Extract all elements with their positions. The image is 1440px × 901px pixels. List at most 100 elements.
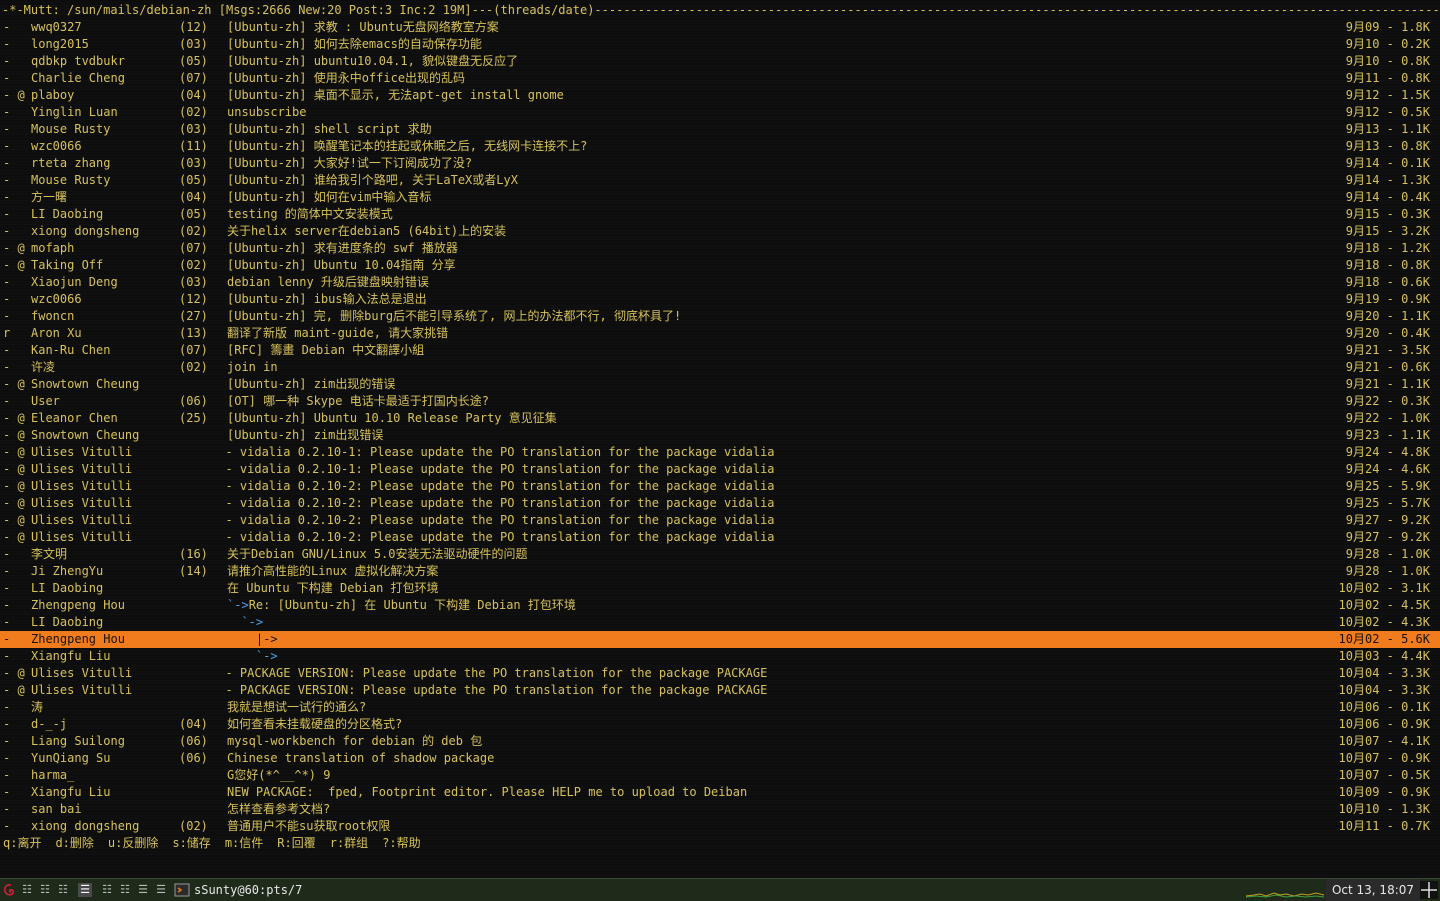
message-sender: 方一曙 xyxy=(31,190,68,204)
message-row[interactable]: - LI Daobing (05) testing 的简体中文安装模式 9月15 - 0… xyxy=(0,206,1440,223)
message-date-size: 9月20 - 0.4K xyxy=(1345,326,1430,340)
message-row[interactable]: - Xiaojun Deng (03) debian lenny 升级后键盘映射错误 9… xyxy=(0,274,1440,291)
message-flags: - xyxy=(3,734,11,748)
message-date-size: 9月23 - 1.1K xyxy=(1345,428,1430,442)
message-row[interactable]: - 方一曙 (04) [Ubuntu-zh] 如何在vim中输入音标 9月14 - 0.… xyxy=(0,189,1440,206)
workspace-3[interactable]: ☷ xyxy=(56,883,70,897)
message-row[interactable]: - @ Ulises Vitulli - vidalia 0.2.10-1: Pl… xyxy=(0,444,1440,461)
message-row[interactable]: - @ Taking Off (02) [Ubuntu-zh] Ubuntu 10.0… xyxy=(0,257,1440,274)
message-row[interactable]: - @ Ulises Vitulli - vidalia 0.2.10-2: Pl… xyxy=(0,512,1440,529)
message-subject: [Ubuntu-zh] 谁给我引个路吧, 关于LaTeX或者LyX xyxy=(227,173,518,187)
message-row[interactable]: - Mouse Rusty (03) [Ubuntu-zh] shell script… xyxy=(0,121,1440,138)
message-row[interactable]: - xiong dongsheng (02) 关于helix server在debia… xyxy=(0,223,1440,240)
message-subject: - vidalia 0.2.10-1: Please update the PO… xyxy=(211,462,775,476)
message-row[interactable]: - d-_-j (04) 如何查看未挂载硬盘的分区格式? 10月06 - 0.9K xyxy=(0,716,1440,733)
message-row[interactable]: - Xiangfu Liu NEW PACKAGE: fped, Footprint… xyxy=(0,784,1440,801)
message-row[interactable]: - qdbkp tvdbukr (05) [Ubuntu-zh] ubuntu10.0… xyxy=(0,53,1440,70)
message-subject-cell: [OT] 哪一种 Skype 电话卡最适于打国内长途? xyxy=(227,393,489,410)
message-row[interactable]: - wwq0327 (12) [Ubuntu-zh] 求教 : Ubuntu无盘网络教… xyxy=(0,19,1440,36)
message-subject: 我就是想试一试行的通么? xyxy=(227,700,367,714)
message-date-size: 9月27 - 9.2K xyxy=(1345,513,1430,527)
message-subject: [Ubuntu-zh] 桌面不显示, 无法apt-get install gno… xyxy=(227,88,564,102)
message-row[interactable]: - @ plaboy (04) [Ubuntu-zh] 桌面不显示, 无法apt-ge… xyxy=(0,87,1440,104)
message-row[interactable]: - Kan-Ru Chen (07) [RFC] 籌畫 Debian 中文翻譯小組 9月… xyxy=(0,342,1440,359)
message-row[interactable]: - rteta zhang (03) [Ubuntu-zh] 大家好!试一下订阅成功了… xyxy=(0,155,1440,172)
message-flags: - @ xyxy=(3,513,25,527)
help-key-hint: u:反删除 xyxy=(107,836,159,850)
workspace-1[interactable]: ☷ xyxy=(20,883,34,897)
terminal-icon[interactable] xyxy=(174,882,190,898)
message-row[interactable]: - 涛 我就是想试一试行的通么? 10月06 - 0.1K xyxy=(0,699,1440,716)
message-row[interactable]: - 许凌 (02) join in 9月21 - 0.6K xyxy=(0,359,1440,376)
workspace-6[interactable]: ☷ xyxy=(118,883,132,897)
message-flags: - xyxy=(3,717,11,731)
message-row[interactable]: - LI Daobing 在 Ubuntu 下构建 Debian 打包环境 10月02… xyxy=(0,580,1440,597)
message-row[interactable]: - @ Ulises Vitulli - vidalia 0.2.10-2: Pl… xyxy=(0,529,1440,546)
message-row[interactable]: - @ Ulises Vitulli - PACKAGE VERSION: Ple… xyxy=(0,682,1440,699)
message-row[interactable]: - @ Eleanor Chen (25) [Ubuntu-zh] Ubuntu 10… xyxy=(0,410,1440,427)
workspace-8[interactable]: ☰ xyxy=(154,883,168,897)
message-sender: d-_-j xyxy=(31,717,68,731)
message-row[interactable]: - @ Ulises Vitulli - vidalia 0.2.10-2: Pl… xyxy=(0,478,1440,495)
message-row[interactable]: - User (06) [OT] 哪一种 Skype 电话卡最适于打国内长途? 9月22… xyxy=(0,393,1440,410)
message-date-size: 10月06 - 0.1K xyxy=(1338,700,1430,714)
message-row[interactable]: - LI Daobing `-> 10月02 - 4.3K xyxy=(0,614,1440,631)
message-flags: - @ xyxy=(3,530,25,544)
message-flags: - xyxy=(3,751,11,765)
message-subject: [Ubuntu-zh] 求有进度条的 swf 播放器 xyxy=(227,241,458,255)
message-row[interactable]: - Zhengpeng Hou `->Re: [Ubuntu-zh] 在 Ubunt… xyxy=(0,597,1440,614)
message-flags: - xyxy=(3,122,11,136)
message-subject: [Ubuntu-zh] 使用永中office出现的乱码 xyxy=(227,71,466,85)
message-subject: join in xyxy=(227,360,278,374)
workspace-2[interactable]: ☷ xyxy=(38,883,52,897)
mutt-terminal[interactable]: -*-Mutt: /sun/mails/debian-zh [Msgs:2666… xyxy=(0,2,1440,852)
message-subject-cell: - PACKAGE VERSION: Please update the PO … xyxy=(211,682,767,699)
debian-swirl-icon[interactable] xyxy=(2,882,18,898)
message-row[interactable]: - san bai 怎样查看参考文档? 10月10 - 1.3K xyxy=(0,801,1440,818)
message-row[interactable]: - @ Ulises Vitulli - vidalia 0.2.10-2: Pl… xyxy=(0,495,1440,512)
message-subject-cell: [Ubuntu-zh] zim出现错误 xyxy=(227,427,383,444)
message-row[interactable]: - 李文明 (16) 关于Debian GNU/Linux 5.0安装无法驱动硬件的问… xyxy=(0,546,1440,563)
message-row[interactable]: - Ji ZhengYu (14) 请推介高性能的Linux 虚拟化解决方案 9月28 … xyxy=(0,563,1440,580)
message-row[interactable]: - @ mofaph (07) [Ubuntu-zh] 求有进度条的 swf 播放器 9… xyxy=(0,240,1440,257)
message-sender: rteta zhang xyxy=(31,156,111,170)
message-list[interactable]: - wwq0327 (12) [Ubuntu-zh] 求教 : Ubuntu无盘网络教… xyxy=(0,19,1440,835)
message-subject-cell: testing 的简体中文安装模式 xyxy=(227,206,393,223)
message-sender: Snowtown Cheung xyxy=(31,428,140,442)
message-subject: unsubscribe xyxy=(227,105,307,119)
workspace-4[interactable]: ☰ xyxy=(78,883,92,897)
message-row[interactable]: - Xiangfu Liu `-> 10月03 - 4.4K xyxy=(0,648,1440,665)
message-sender: Xiangfu Liu xyxy=(31,649,111,663)
message-row[interactable]: - Mouse Rusty (05) [Ubuntu-zh] 谁给我引个路吧, 关于L… xyxy=(0,172,1440,189)
taskbar-window-title[interactable]: sSunty@60:pts/7 xyxy=(194,882,302,898)
workspace-7[interactable]: ☰ xyxy=(136,883,150,897)
message-row[interactable]: - wzc0066 (11) [Ubuntu-zh] 唤醒笔记本的挂起或休眠之后, 无… xyxy=(0,138,1440,155)
message-row[interactable]: - @ Snowtown Cheung [Ubuntu-zh] zim出现的错误 9月… xyxy=(0,376,1440,393)
message-row[interactable]: - fwoncn (27) [Ubuntu-zh] 完, 删除burg后不能引导系统了… xyxy=(0,308,1440,325)
message-subject-cell: - vidalia 0.2.10-2: Please update the PO… xyxy=(211,512,774,529)
message-row[interactable]: - YunQiang Su (06) Chinese translation of s… xyxy=(0,750,1440,767)
message-row[interactable]: - wzc0066 (12) [Ubuntu-zh] ibus输入法总是退出 9月19 … xyxy=(0,291,1440,308)
message-line-count: (02) xyxy=(179,360,208,374)
workspace-5[interactable]: ☷ xyxy=(100,883,114,897)
help-key-hint: d:删除 xyxy=(55,836,94,850)
message-sender: Aron Xu xyxy=(31,326,82,340)
message-row[interactable]: - xiong dongsheng (02) 普通用户不能su获取root权限 10月1… xyxy=(0,818,1440,835)
message-row[interactable]: - @ Snowtown Cheung [Ubuntu-zh] zim出现错误 9月2… xyxy=(0,427,1440,444)
message-row-selected[interactable]: - Zhengpeng Hou |-> 10月02 - 5.6K xyxy=(0,631,1440,648)
message-subject-cell: - vidalia 0.2.10-1: Please update the PO… xyxy=(211,444,774,461)
message-flags: - xyxy=(3,54,11,68)
message-date-size: 9月21 - 1.1K xyxy=(1345,377,1430,391)
message-row[interactable]: r Aron Xu (13) 翻译了新版 maint-guide, 请大家挑错 9月20… xyxy=(0,325,1440,342)
message-row[interactable]: - @ Ulises Vitulli - vidalia 0.2.10-1: Pl… xyxy=(0,461,1440,478)
message-row[interactable]: - harma_ G您好(*^__^*) 9 10月07 - 0.5K xyxy=(0,767,1440,784)
layout-grid-icon[interactable] xyxy=(1420,881,1438,899)
message-date-size: 9月18 - 0.8K xyxy=(1345,258,1430,272)
message-row[interactable]: - Yinglin Luan (02) unsubscribe 9月12 - 0.5K xyxy=(0,104,1440,121)
message-flags: - xyxy=(3,360,11,374)
taskbar-clock[interactable]: Oct 13, 18:07 xyxy=(1326,879,1420,901)
message-row[interactable]: - Charlie Cheng (07) [Ubuntu-zh] 使用永中office… xyxy=(0,70,1440,87)
message-row[interactable]: - Liang Suilong (06) mysql-workbench for de… xyxy=(0,733,1440,750)
message-row[interactable]: - long2015 (03) [Ubuntu-zh] 如何去除emacs的自动保存功… xyxy=(0,36,1440,53)
message-row[interactable]: - @ Ulises Vitulli - PACKAGE VERSION: Ple… xyxy=(0,665,1440,682)
